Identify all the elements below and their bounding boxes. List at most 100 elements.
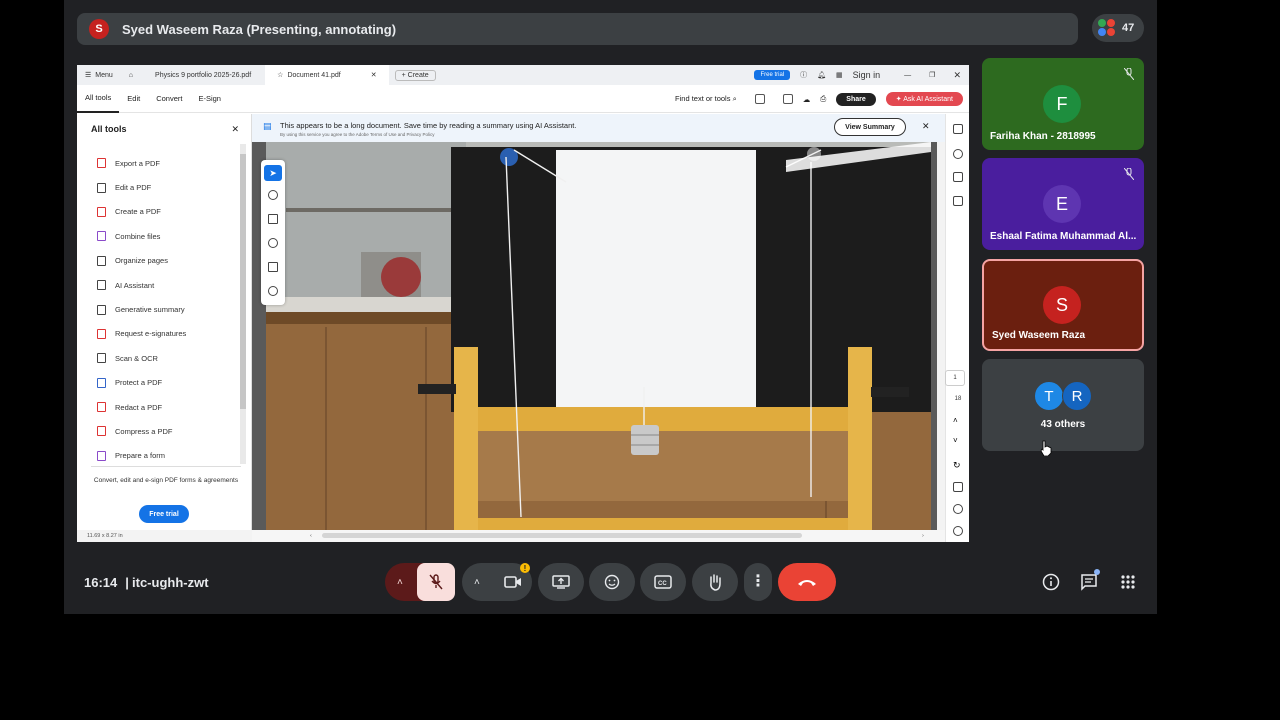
rotate-icon[interactable]: ↻ <box>953 460 963 470</box>
sign-tool-icon[interactable] <box>268 286 278 296</box>
zoom-in-icon[interactable] <box>953 504 963 514</box>
pages-icon[interactable] <box>953 196 963 206</box>
create-button[interactable]: + Create <box>394 69 436 81</box>
ai-tools-icon[interactable] <box>754 94 765 104</box>
quick-tools-toolbar: ➤ <box>261 160 285 305</box>
info-icon <box>1042 573 1060 591</box>
mic-off-icon <box>429 574 443 590</box>
comment-panel-icon[interactable] <box>953 124 963 134</box>
create-pdf-icon <box>97 206 106 217</box>
acrobat-menu-button[interactable]: ☰ Menu <box>77 65 121 85</box>
help-icon[interactable]: ⓘ <box>800 70 807 80</box>
bell-icon[interactable]: 🔔︎ <box>817 71 826 79</box>
tool-export-pdf[interactable]: Export a PDF <box>97 151 186 175</box>
tool-prepare-form[interactable]: Prepare a form <box>97 444 186 468</box>
mic-off-button[interactable] <box>417 563 455 601</box>
find-text-button[interactable]: Find text or tools ⌕ <box>675 94 737 104</box>
meeting-details-button[interactable] <box>1041 572 1061 592</box>
scroll-left-icon[interactable]: ‹ <box>310 530 312 542</box>
tools-scrollbar[interactable] <box>240 144 246 464</box>
present-screen-button[interactable] <box>538 563 584 601</box>
ai-chat-icon[interactable] <box>953 149 963 159</box>
close-tab-icon[interactable]: ✕ <box>371 71 377 79</box>
page-settings-icon[interactable] <box>953 482 963 492</box>
participant-count: 47 <box>1122 22 1135 34</box>
text-tool-icon[interactable] <box>268 262 278 272</box>
horizontal-scrollbar[interactable] <box>322 533 802 538</box>
upload-cloud-icon[interactable]: ☁ <box>803 95 811 104</box>
chevron-up-icon[interactable]: ˄ <box>953 416 963 426</box>
right-rail: 18 ˄ ˅ ↻ <box>945 114 969 542</box>
menu-esign[interactable]: E-Sign <box>190 85 229 113</box>
activities-button[interactable] <box>1118 572 1138 592</box>
menu-edit[interactable]: Edit <box>119 85 148 113</box>
document-scrollbar[interactable] <box>937 142 945 530</box>
close-panel-icon[interactable]: ✕ <box>231 124 239 135</box>
tool-combine-files[interactable]: Combine files <box>97 224 186 248</box>
minimize-icon[interactable]: — <box>904 72 911 79</box>
tool-protect-pdf[interactable]: Protect a PDF <box>97 371 186 395</box>
zoom-out-icon[interactable] <box>953 526 963 536</box>
print-icon[interactable]: ⎙ <box>820 94 826 104</box>
lasso-tool-icon[interactable] <box>268 238 278 248</box>
share-button[interactable]: Share <box>836 92 876 106</box>
tool-request-esignatures[interactable]: Request e-signatures <box>97 322 186 346</box>
leave-call-button[interactable] <box>778 563 836 601</box>
view-summary-button[interactable]: View Summary <box>834 118 906 136</box>
chat-notification-dot <box>1094 569 1100 575</box>
scroll-right-icon[interactable]: › <box>922 530 924 542</box>
menu-all-tools[interactable]: All tools <box>77 85 120 113</box>
mic-options-chevron-icon[interactable]: ˄ <box>397 577 403 588</box>
apps-icon[interactable]: ▦ <box>836 71 843 79</box>
tool-generative-summary[interactable]: Generative summary <box>97 297 186 321</box>
close-banner-icon[interactable]: ✕ <box>922 121 930 132</box>
select-tool-icon[interactable]: ➤ <box>264 165 282 181</box>
participant-tile[interactable]: F Fariha Khan - 2818995 <box>982 58 1144 150</box>
page-number-input[interactable]: 1 <box>945 370 965 386</box>
participant-tile-presenter[interactable]: S Syed Waseem Raza <box>982 259 1144 351</box>
chat-icon <box>1081 574 1097 591</box>
camera-options-chevron-icon[interactable]: ˄ <box>474 577 480 588</box>
document-canvas[interactable] <box>252 142 937 530</box>
tool-organize-pages[interactable]: Organize pages <box>97 249 186 273</box>
more-options-button[interactable]: ⋮ <box>744 563 772 601</box>
participant-tile[interactable]: E Eshaal Fatima Muhammad Al... <box>982 158 1144 250</box>
save-icon[interactable] <box>782 94 793 104</box>
captions-button[interactable]: CC <box>640 563 686 601</box>
raise-hand-button[interactable] <box>692 563 738 601</box>
page-size-label: 11.69 x 8.27 in <box>77 530 252 542</box>
avatar: R <box>1062 381 1092 411</box>
search-icon: ⌕ <box>732 94 737 103</box>
sign-in-link[interactable]: Sign in <box>853 70 881 80</box>
tool-scan-ocr[interactable]: Scan & OCR <box>97 346 186 370</box>
tab-physics-portfolio[interactable]: Physics 9 portfolio 2025-26.pdf <box>141 65 265 85</box>
pen-tool-icon[interactable] <box>268 214 278 224</box>
free-trial-top-button[interactable]: Free trial <box>754 70 791 80</box>
meeting-code: itc-ughh-zwt <box>132 575 209 590</box>
free-trial-button[interactable]: Free trial <box>139 505 189 523</box>
tool-redact-pdf[interactable]: Redact a PDF <box>97 395 186 419</box>
tool-create-pdf[interactable]: Create a PDF <box>97 200 186 224</box>
tool-edit-pdf[interactable]: Edit a PDF <box>97 175 186 199</box>
home-icon[interactable]: ⌂ <box>121 65 141 85</box>
presenter-bar: S Syed Waseem Raza (Presenting, annotati… <box>77 13 1078 45</box>
banner-text: This appears to be a long document. Save… <box>280 121 577 130</box>
tab-document-41[interactable]: ☆ Document 41.pdf ✕ <box>265 65 389 85</box>
zoom-tool-icon[interactable] <box>268 190 278 200</box>
ask-ai-assistant-button[interactable]: ✦ Ask AI Assistant <box>885 92 963 106</box>
maximize-icon[interactable]: ❐ <box>929 71 935 79</box>
menu-convert[interactable]: Convert <box>148 85 190 113</box>
participants-count-button[interactable]: 47 <box>1092 14 1144 42</box>
camera-icon[interactable] <box>504 575 522 589</box>
mic-off-icon <box>1124 168 1134 180</box>
chevron-down-icon[interactable]: ˅ <box>953 436 963 446</box>
close-window-icon[interactable]: ✕ <box>953 70 961 81</box>
tool-ai-assistant[interactable]: AI Assistant <box>97 273 186 297</box>
others-tile[interactable]: T R 43 others <box>982 359 1144 451</box>
mouse-cursor-icon <box>1040 440 1052 457</box>
tool-compress-pdf[interactable]: Compress a PDF <box>97 419 186 443</box>
chat-button[interactable] <box>1079 569 1100 592</box>
bookmark-icon[interactable] <box>953 172 963 182</box>
reactions-button[interactable] <box>589 563 635 601</box>
banner-terms: By using this service you agree to the A… <box>280 132 435 137</box>
